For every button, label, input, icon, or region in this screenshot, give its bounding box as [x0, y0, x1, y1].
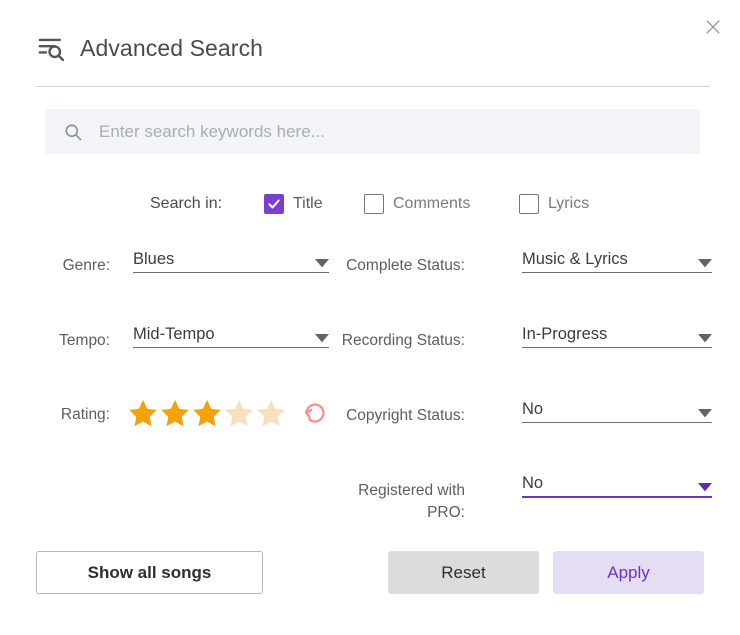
search-icon [63, 122, 83, 142]
registered-with-pro-label: Registered with PRO: [358, 482, 465, 522]
copyright-status-label: Copyright Status: [346, 407, 465, 424]
checkbox-comments-box [364, 194, 384, 214]
search-in-row: Search in: Title Comments Lyrics [0, 188, 740, 220]
close-button[interactable] [694, 8, 732, 46]
close-icon [706, 20, 720, 34]
header-divider [36, 86, 710, 87]
rating-star-3[interactable] [192, 398, 222, 428]
reset-rating-icon[interactable] [302, 400, 328, 426]
reset-button[interactable]: Reset [388, 551, 539, 594]
checkbox-lyrics-label: Lyrics [548, 195, 590, 212]
dialog-titlebar: Advanced Search [0, 0, 740, 88]
chevron-down-icon [698, 330, 712, 343]
chevron-down-icon [315, 330, 329, 343]
tempo-label: Tempo: [59, 332, 110, 349]
copyright-status-value: No [522, 399, 544, 418]
checkbox-comments-label: Comments [393, 195, 471, 212]
complete-status-value: Music & Lyrics [522, 249, 628, 268]
search-in-label: Search in: [150, 195, 223, 212]
page-title: Advanced Search [80, 34, 264, 61]
checkbox-lyrics[interactable]: Lyrics [519, 194, 589, 214]
check-icon [268, 199, 280, 209]
tempo-value: Mid-Tempo [133, 324, 215, 343]
tempo-select[interactable]: Mid-Tempo [133, 318, 329, 348]
checkbox-comments[interactable]: Comments [364, 194, 470, 214]
registered-with-pro-value: No [522, 473, 544, 492]
genre-label: Genre: [62, 257, 110, 274]
checkbox-title-label: Title [293, 195, 323, 212]
rating-stars [128, 398, 328, 428]
checkbox-title[interactable]: Title [264, 194, 323, 214]
rating-star-4[interactable] [224, 398, 254, 428]
recording-status-value: In-Progress [522, 324, 608, 343]
show-all-songs-button[interactable]: Show all songs [36, 551, 263, 594]
rating-star-5[interactable] [256, 398, 286, 428]
search-placeholder: Enter search keywords here... [99, 121, 325, 141]
registered-with-pro-select[interactable]: No [522, 468, 712, 498]
chevron-down-icon [315, 255, 329, 268]
rating-star-2[interactable] [160, 398, 190, 428]
search-input[interactable]: Enter search keywords here... [45, 109, 700, 154]
recording-status-label: Recording Status: [341, 332, 465, 349]
chevron-down-icon [698, 405, 712, 418]
checkbox-lyrics-box [519, 194, 539, 214]
dialog-title-group: Advanced Search [36, 33, 263, 63]
rating-label: Rating: [60, 406, 110, 423]
complete-status-select[interactable]: Music & Lyrics [522, 243, 712, 273]
copyright-status-select[interactable]: No [522, 393, 712, 423]
chevron-down-icon [698, 255, 712, 268]
filter-search-icon [36, 33, 66, 63]
chevron-down-icon [698, 479, 712, 492]
advanced-search-dialog: Advanced Search Enter search keywords he… [0, 0, 740, 635]
rating-star-1[interactable] [128, 398, 158, 428]
checkbox-title-box [264, 194, 284, 214]
apply-button[interactable]: Apply [553, 551, 704, 594]
recording-status-select[interactable]: In-Progress [522, 318, 712, 348]
genre-select[interactable]: Blues [133, 243, 329, 273]
genre-value: Blues [133, 249, 175, 268]
complete-status-label: Complete Status: [346, 257, 465, 274]
